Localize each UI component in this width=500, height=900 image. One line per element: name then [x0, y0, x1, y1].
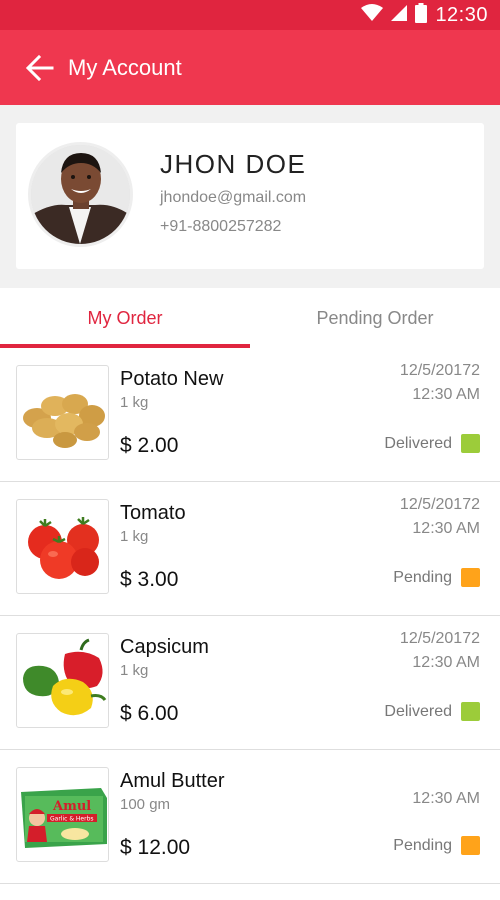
order-date: 12/5/20172	[399, 362, 480, 379]
product-image-potato	[16, 365, 109, 460]
product-image-tomato	[16, 499, 109, 594]
product-quantity: 1 kg	[120, 394, 149, 411]
order-list: Potato New 1 kg $ 2.00 12/5/20172 12:30 …	[0, 348, 500, 884]
product-price: $ 3.00	[120, 568, 179, 591]
status-time: 12:30	[435, 3, 488, 26]
status-icons: 12:30	[361, 0, 488, 30]
status-text: Pending	[393, 836, 452, 854]
product-price: $ 6.00	[120, 702, 179, 725]
order-date: 12/5/20172	[399, 496, 480, 513]
list-item[interactable]: Tomato 1 kg $ 3.00 12/5/20172 12:30 AM P…	[0, 482, 500, 616]
signal-icon	[391, 4, 408, 26]
status-indicator	[461, 568, 480, 587]
product-price: $ 12.00	[120, 836, 191, 859]
product-name: Tomato	[120, 502, 186, 524]
product-quantity: 1 kg	[120, 662, 149, 679]
list-item[interactable]: Potato New 1 kg $ 2.00 12/5/20172 12:30 …	[0, 348, 500, 482]
status-text: Delivered	[384, 702, 452, 720]
tab-label: Pending Order	[316, 307, 434, 328]
back-button[interactable]	[0, 30, 70, 105]
list-item[interactable]: Amul Garlic & Herbs Amul Butter 100 gm $…	[0, 750, 500, 884]
order-date: 12/5/20172	[399, 630, 480, 647]
product-name: Potato New	[120, 368, 224, 390]
status-indicator	[461, 702, 480, 721]
battery-icon	[415, 2, 428, 28]
profile-section: JHON DOE jhondoe@gmail.com +91-880025728…	[0, 105, 500, 288]
profile-phone: +91-8800257282	[160, 218, 282, 235]
wifi-icon	[361, 3, 384, 27]
list-item[interactable]: Capsicum 1 kg $ 6.00 12/5/20172 12:30 AM…	[0, 616, 500, 750]
order-status: Delivered	[384, 702, 480, 721]
order-time: 12:30 AM	[412, 386, 480, 403]
butter-logo-text: Amul	[52, 799, 91, 814]
avatar	[28, 142, 133, 247]
profile-name: JHON DOE	[160, 149, 307, 179]
app-bar: My Account	[0, 30, 500, 105]
order-time: 12:30 AM	[412, 520, 480, 537]
product-name: Amul Butter	[120, 770, 225, 792]
product-name: Capsicum	[120, 636, 209, 658]
profile-email: jhondoe@gmail.com	[160, 189, 307, 206]
arrow-left-icon	[26, 54, 54, 81]
tab-pending-order[interactable]: Pending Order	[250, 288, 500, 348]
status-indicator	[461, 434, 480, 453]
product-price: $ 2.00	[120, 434, 179, 457]
status-text: Pending	[393, 568, 452, 586]
product-image-capsicum	[16, 633, 109, 728]
order-time: 12:30 AM	[412, 790, 480, 807]
order-status: Delivered	[384, 434, 480, 453]
order-status: Pending	[393, 568, 480, 587]
product-quantity: 1 kg	[120, 528, 149, 545]
order-tabs: My Order Pending Order	[0, 288, 500, 348]
tab-label: My Order	[87, 307, 163, 328]
status-bar: 12:30	[0, 0, 500, 30]
status-text: Delivered	[384, 434, 452, 452]
profile-card: JHON DOE jhondoe@gmail.com +91-880025728…	[16, 123, 484, 269]
order-time: 12:30 AM	[412, 654, 480, 671]
butter-logo-subtext: Garlic & Herbs	[50, 816, 94, 823]
order-status: Pending	[393, 836, 480, 855]
product-quantity: 100 gm	[120, 796, 171, 813]
product-image-butter: Amul Garlic & Herbs	[16, 767, 109, 862]
status-indicator	[461, 836, 480, 855]
tab-my-order[interactable]: My Order	[0, 288, 250, 348]
page-title: My Account	[68, 54, 182, 80]
